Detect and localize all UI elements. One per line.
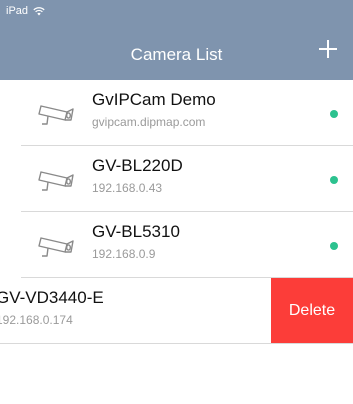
online-status-dot	[330, 242, 338, 250]
camera-address: 192.168.0.9	[92, 247, 156, 261]
device-label: iPad	[6, 5, 29, 17]
camera-address: 192.168.0.174	[0, 313, 73, 327]
camera-address: 192.168.0.43	[92, 181, 163, 195]
camera-list: GvIPCam Demo gvipcam.dipmap.com GV-BL220…	[0, 80, 353, 344]
delete-button[interactable]: Delete	[271, 278, 353, 344]
wifi-icon	[33, 7, 45, 16]
camera-address: gvipcam.dipmap.com	[92, 115, 206, 129]
camera-name: GvIPCam Demo	[92, 90, 216, 109]
camera-name: GV-BL5310	[92, 222, 180, 241]
online-status-dot	[330, 110, 338, 118]
page-title: Camera List	[130, 45, 223, 64]
online-status-dot	[330, 176, 338, 184]
nav-bar: Camera List	[0, 22, 353, 80]
camera-name: GV-VD3440-E	[0, 288, 104, 307]
camera-row-swiped[interactable]: GV-VD3440-E 192.168.0.174 Delete	[0, 278, 353, 344]
header: iPad Camera List	[0, 0, 353, 80]
camera-list-screen: iPad Camera List GvIPCam Demo gvipcam.di…	[0, 0, 353, 404]
row-divider	[0, 343, 353, 344]
add-camera-button[interactable]	[315, 36, 341, 62]
camera-row[interactable]: GV-BL5310 192.168.0.9	[0, 212, 353, 278]
camera-row[interactable]: GvIPCam Demo gvipcam.dipmap.com	[0, 80, 353, 146]
camera-icon	[38, 171, 74, 191]
camera-icon	[38, 237, 74, 257]
status-bar: iPad	[0, 0, 353, 22]
plus-icon	[319, 40, 337, 58]
camera-row[interactable]: GV-BL220D 192.168.0.43	[0, 146, 353, 212]
camera-icon	[38, 105, 74, 125]
camera-name: GV-BL220D	[92, 156, 183, 175]
